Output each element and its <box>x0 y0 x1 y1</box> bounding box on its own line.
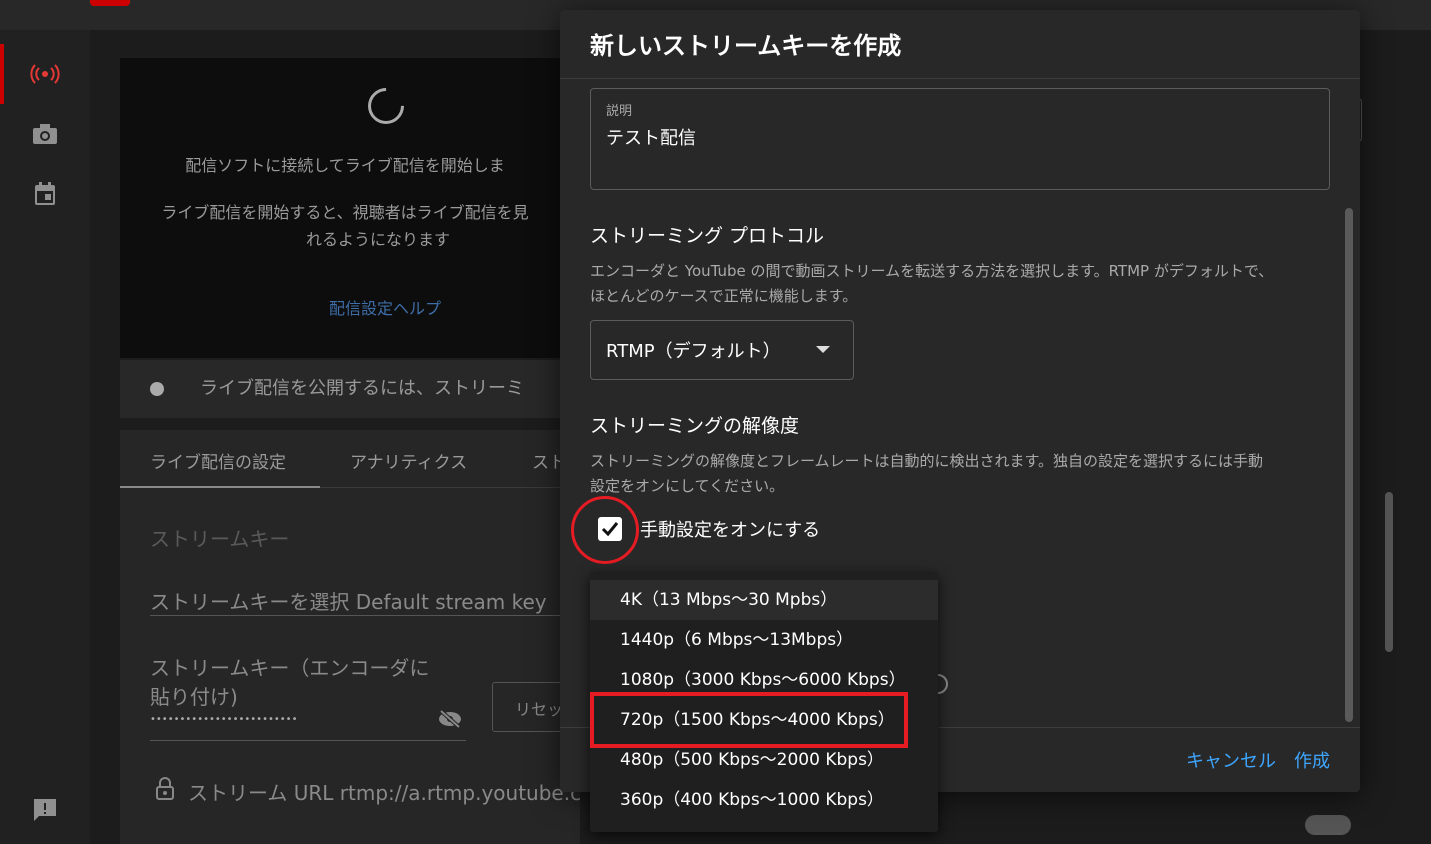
status-dot-icon <box>150 382 164 396</box>
lock-icon <box>155 777 175 805</box>
youtube-logo[interactable] <box>90 0 130 6</box>
protocol-selected-value: RTMP（デフォルト） <box>606 341 781 362</box>
stream-key-select-underline <box>150 615 570 616</box>
feedback-icon[interactable] <box>30 795 60 825</box>
resolution-desc-line2: 設定をオンにしてください。 <box>590 477 785 495</box>
manual-setting-label[interactable]: 手動設定をオンにする <box>640 516 820 542</box>
tab-active-underline <box>120 486 320 488</box>
create-button[interactable]: 作成 <box>1294 747 1330 773</box>
protocol-desc-line1: エンコーダと YouTube の間で動画ストリームを転送する方法を選択します。R… <box>590 262 1274 280</box>
right-toggle[interactable] <box>1305 815 1351 835</box>
dialog-header-divider <box>560 78 1360 79</box>
stream-key-heading: ストリームキー <box>150 527 290 551</box>
cancel-button[interactable]: キャンセル <box>1186 747 1276 773</box>
status-text: ライブ配信を公開するには、ストリーミ <box>200 378 524 399</box>
help-link[interactable]: 配信設定ヘルプ <box>329 299 441 318</box>
protocol-title: ストリーミング プロトコル <box>590 225 825 247</box>
stream-key-paste-label-1: ストリームキー（エンコーダに <box>150 656 430 680</box>
description-value[interactable]: テスト配信 <box>606 124 696 150</box>
tab-divider <box>320 487 580 488</box>
protocol-desc-line2: ほとんどのケースで正常に機能します。 <box>590 287 858 305</box>
description-label: 説明 <box>606 104 633 119</box>
720p-annotation-box <box>590 692 908 748</box>
stream-key-underline <box>150 740 466 741</box>
stream-url-text: ストリーム URL rtmp://a.rtmp.youtube.c <box>188 781 582 805</box>
dropdown-arrow-icon <box>816 346 830 353</box>
stream-key-select[interactable]: ストリームキーを選択 Default stream key（RT <box>150 586 591 615</box>
tab-analytics[interactable]: アナリティクス <box>350 448 467 473</box>
resolution-option-1440p[interactable]: 1440p（6 Mbps～13Mbps） <box>590 620 938 660</box>
description-field[interactable] <box>590 88 1330 190</box>
preview-connect-text: 配信ソフトに接続してライブ配信を開始しま <box>185 156 505 175</box>
stream-key-paste-label-2: 貼り付け) <box>150 685 238 709</box>
live-stream-icon[interactable] <box>30 59 60 89</box>
resolution-option-360p[interactable]: 360p（400 Kbps～1000 Kbps） <box>590 780 938 820</box>
sidebar-active-indicator <box>0 44 4 104</box>
tab-stream-settings[interactable]: ライブ配信の設定 <box>150 448 286 473</box>
sidebar <box>0 30 91 844</box>
resolution-option-4k[interactable]: 4K（13 Mbps～30 Mpbs） <box>590 580 938 620</box>
preview-info-line1: ライブ配信を開始すると、視聴者はライブ配信を見 <box>161 203 529 222</box>
dialog-scrollbar[interactable] <box>1345 208 1353 722</box>
camera-icon[interactable] <box>30 119 60 149</box>
calendar-icon[interactable] <box>30 179 60 209</box>
checkbox-annotation-circle <box>571 496 639 564</box>
stream-key-masked: ••••••••••••••••••••••••• <box>150 714 298 725</box>
page-scrollbar[interactable] <box>1385 492 1393 652</box>
dialog-title: 新しいストリームキーを作成 <box>590 32 902 60</box>
visibility-off-icon[interactable] <box>438 709 462 733</box>
resolution-desc-line1: ストリーミングの解像度とフレームレートは自動的に検出されます。独自の設定を選択す… <box>590 452 1264 470</box>
resolution-title: ストリーミングの解像度 <box>590 415 800 437</box>
